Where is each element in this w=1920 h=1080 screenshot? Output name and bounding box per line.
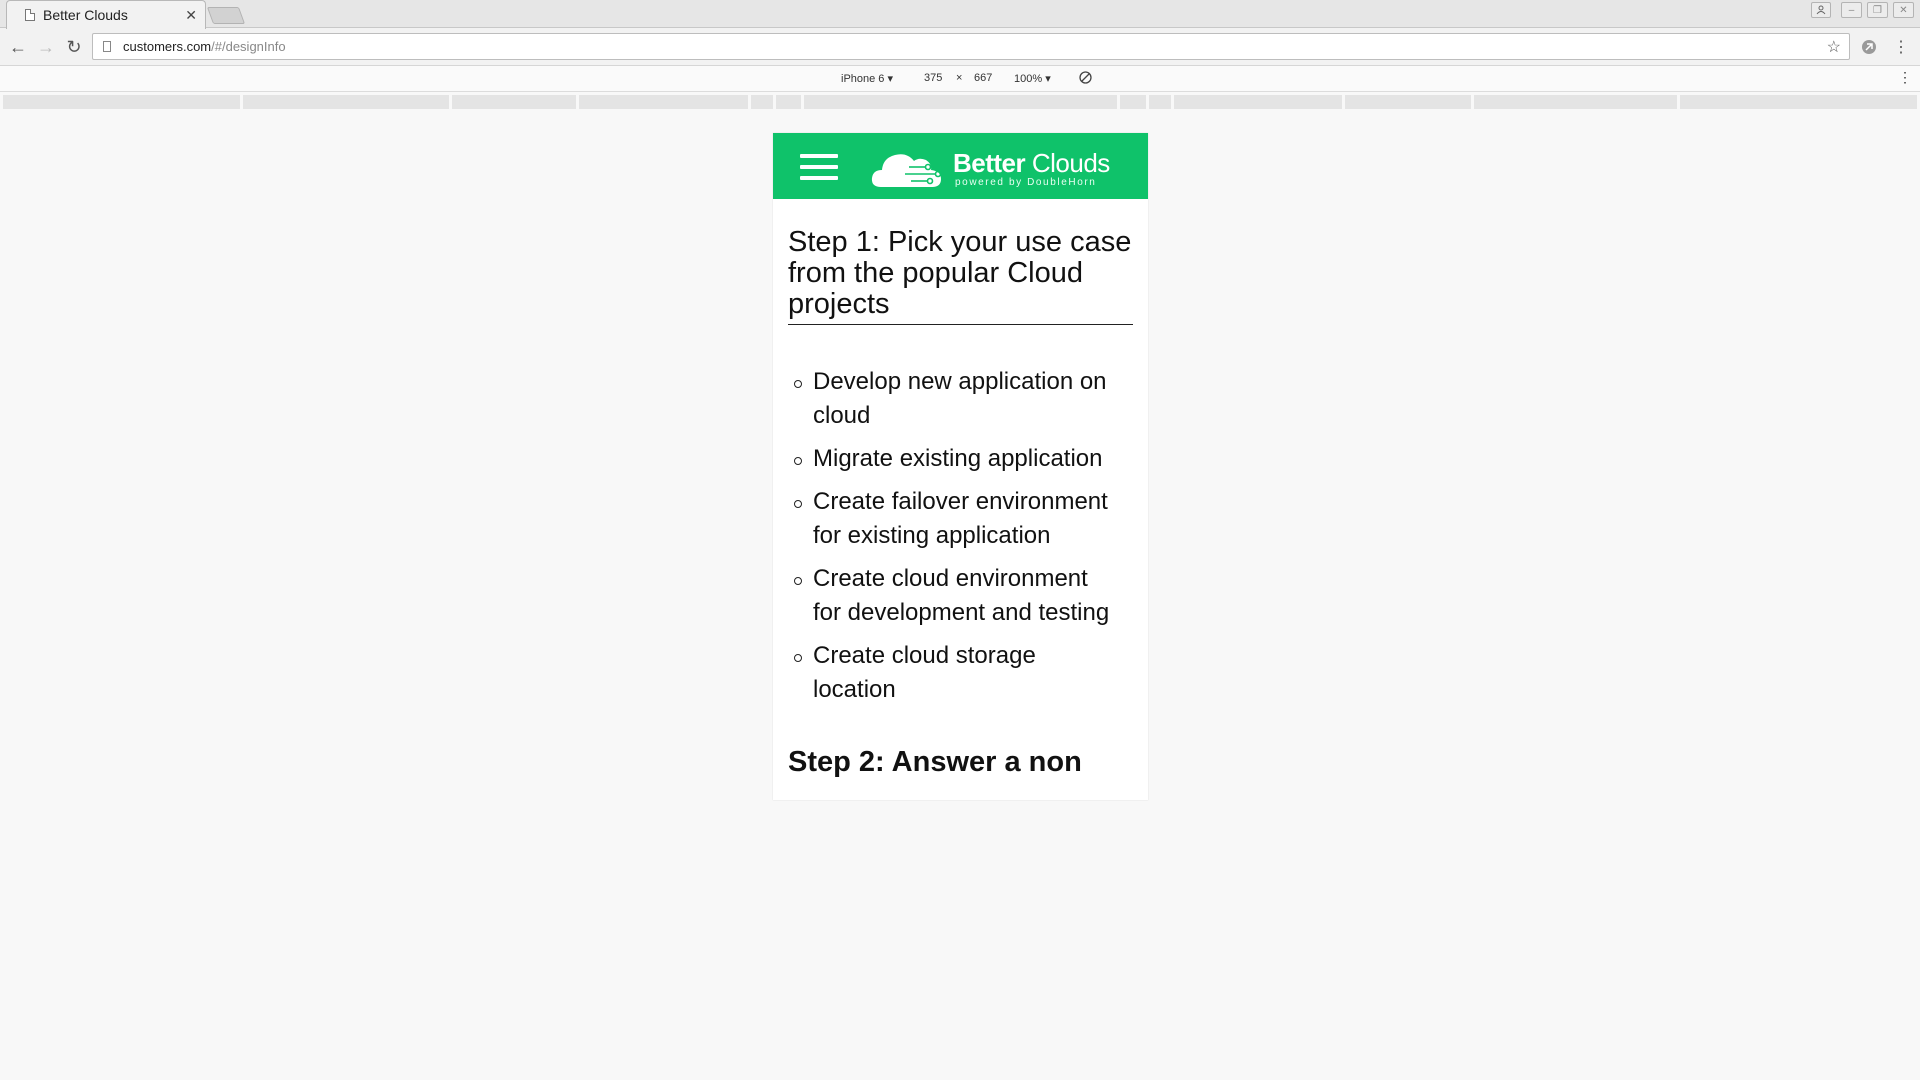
media-query-segment[interactable] (1149, 95, 1171, 109)
media-query-segment[interactable] (751, 95, 773, 109)
profile-icon[interactable] (1811, 2, 1831, 18)
app-header: Better Clouds powered by DoubleHorn (773, 133, 1148, 199)
tab-title: Better Clouds (43, 7, 128, 23)
address-bar[interactable]: customers.com /#/designInfo ☆ (92, 33, 1850, 60)
media-query-segment[interactable] (1680, 95, 1917, 109)
page-icon (25, 9, 35, 21)
hamburger-menu-icon[interactable] (800, 154, 838, 180)
device-select[interactable]: iPhone 6 ▾ (841, 72, 893, 85)
brand-name-bold: Better (953, 148, 1026, 178)
brand-logo[interactable]: Better Clouds powered by DoubleHorn (871, 145, 1126, 191)
use-case-list: Develop new application on cloud Migrate… (788, 365, 1133, 707)
use-case-item[interactable]: Migrate existing application (794, 442, 1133, 476)
media-query-segment[interactable] (3, 95, 240, 109)
brand-tagline: powered by DoubleHorn (955, 177, 1097, 188)
zoom-select[interactable]: 100% ▾ (1014, 72, 1051, 85)
back-icon[interactable]: ← (7, 36, 29, 58)
device-viewport: Better Clouds powered by DoubleHorn Step… (773, 133, 1148, 800)
device-width[interactable]: 375 (924, 72, 942, 84)
dimension-separator: × (956, 72, 963, 84)
tab-strip: Better Clouds ✕ – ❐ ✕ (0, 0, 1920, 29)
brand-name-light: Clouds (1031, 148, 1110, 178)
use-case-item[interactable]: Develop new application on cloud (794, 365, 1133, 433)
device-menu-icon[interactable]: ⋮ (1898, 69, 1912, 86)
step1-heading: Step 1: Pick your use case from the popu… (788, 199, 1133, 325)
device-height[interactable]: 667 (974, 72, 992, 84)
page-content: Step 1: Pick your use case from the popu… (773, 199, 1148, 778)
forward-icon[interactable]: → (35, 36, 57, 58)
brand-name: Better Clouds (953, 148, 1110, 179)
use-case-item[interactable]: Create cloud storage location (794, 639, 1133, 707)
media-query-segment[interactable] (1174, 95, 1342, 109)
media-query-segment[interactable] (1474, 95, 1677, 109)
minimize-icon[interactable]: – (1841, 2, 1862, 18)
rotate-icon[interactable] (1078, 70, 1093, 88)
restore-icon[interactable]: ❐ (1867, 2, 1888, 18)
media-query-segment[interactable] (776, 95, 801, 109)
extension-icon[interactable] (1858, 36, 1880, 58)
media-query-segment[interactable] (243, 95, 449, 109)
page-info-icon[interactable] (103, 41, 111, 52)
browser-tab[interactable]: Better Clouds ✕ (6, 0, 206, 29)
media-query-segment[interactable] (1345, 95, 1471, 109)
step2-heading: Step 2: Answer a non (788, 746, 1082, 778)
media-query-segment[interactable] (579, 95, 748, 109)
media-query-segment[interactable] (804, 95, 1117, 109)
bookmark-star-icon[interactable]: ☆ (1827, 37, 1841, 57)
use-case-item[interactable]: Create failover environment for existing… (794, 485, 1133, 553)
use-case-item[interactable]: Create cloud environment for development… (794, 562, 1133, 630)
browser-toolbar: ← → ↻ customers.com /#/designInfo ☆ ⋮ (0, 28, 1920, 66)
cloud-logo-icon (871, 154, 942, 187)
browser-menu-icon[interactable]: ⋮ (1890, 36, 1912, 58)
device-toolbar: iPhone 6 ▾ 375 × 667 100% ▾ ⋮ (0, 66, 1920, 92)
new-tab-button[interactable] (206, 7, 246, 24)
url-host: customers.com (123, 39, 212, 54)
close-window-icon[interactable]: ✕ (1893, 2, 1914, 18)
media-query-bar (0, 93, 1920, 111)
media-query-segment[interactable] (452, 95, 576, 109)
reload-icon[interactable]: ↻ (63, 36, 85, 58)
media-query-segment[interactable] (1120, 95, 1146, 109)
close-tab-icon[interactable]: ✕ (185, 7, 197, 24)
url-path: /#/designInfo (211, 39, 286, 54)
